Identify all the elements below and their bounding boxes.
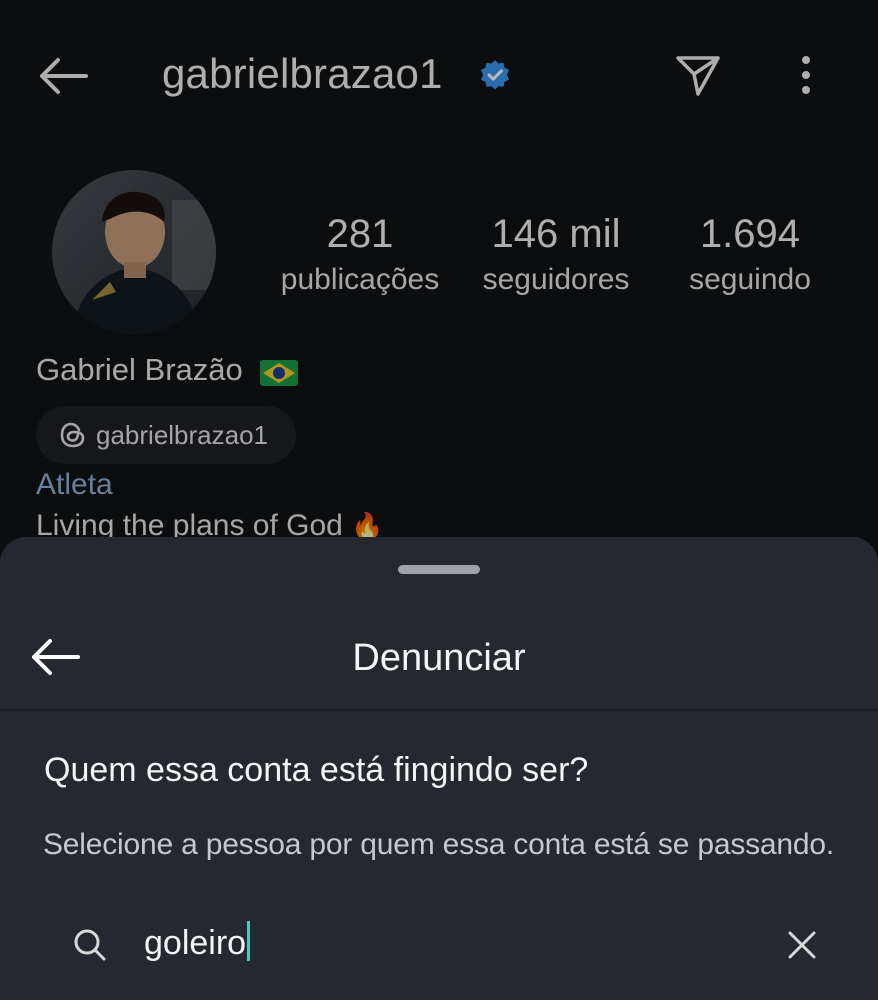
threads-icon: [58, 420, 88, 450]
sheet-drag-handle[interactable]: [398, 565, 480, 574]
stat-value: 281: [326, 212, 394, 256]
report-question: Quem essa conta está fingindo ser?: [44, 751, 589, 789]
sheet-title: Denunciar: [352, 637, 526, 679]
search-field[interactable]: goleiro: [0, 915, 878, 985]
verified-badge-icon: [478, 58, 512, 92]
stat-posts[interactable]: 281 publicações: [270, 210, 450, 302]
back-arrow-icon: [40, 58, 88, 94]
back-button[interactable]: [34, 52, 90, 100]
stat-label: seguindo: [689, 263, 811, 296]
search-input[interactable]: goleiro: [144, 921, 251, 967]
search-input-value: goleiro: [144, 924, 247, 962]
threads-handle: gabrielbrazao1: [96, 420, 269, 450]
threads-link[interactable]: gabrielbrazao1: [36, 406, 296, 464]
brazil-flag-icon: [260, 360, 298, 386]
profile-top-bar: gabrielbrazao1: [0, 0, 878, 150]
screen: gabrielbrazao1 281 publicações 146 mil s…: [0, 0, 878, 1000]
profile-username: gabrielbrazao1: [162, 50, 443, 97]
stat-label: seguidores: [482, 263, 630, 296]
clear-search-button[interactable]: [782, 925, 822, 965]
more-options-button[interactable]: [788, 52, 824, 100]
divider: [0, 709, 878, 711]
profile-full-name: Gabriel Brazão: [36, 352, 243, 387]
more-vertical-icon: [802, 56, 810, 94]
stat-followers[interactable]: 146 mil seguidores: [470, 210, 642, 302]
stat-value: 1.694: [699, 212, 801, 256]
close-icon: [788, 931, 816, 959]
report-subtitle: Selecione a pessoa por quem essa conta e…: [43, 828, 834, 861]
stat-following[interactable]: 1.694 seguindo: [680, 210, 820, 302]
send-icon: [676, 56, 720, 96]
send-message-button[interactable]: [672, 50, 724, 100]
text-caret: [247, 921, 251, 961]
stat-label: publicações: [280, 263, 440, 296]
stat-value: 146 mil: [491, 212, 621, 256]
search-icon: [70, 925, 110, 965]
report-sheet: Denunciar Quem essa conta está fingindo …: [0, 537, 878, 1000]
profile-category: Atleta: [36, 468, 113, 501]
profile-avatar[interactable]: [52, 170, 216, 334]
